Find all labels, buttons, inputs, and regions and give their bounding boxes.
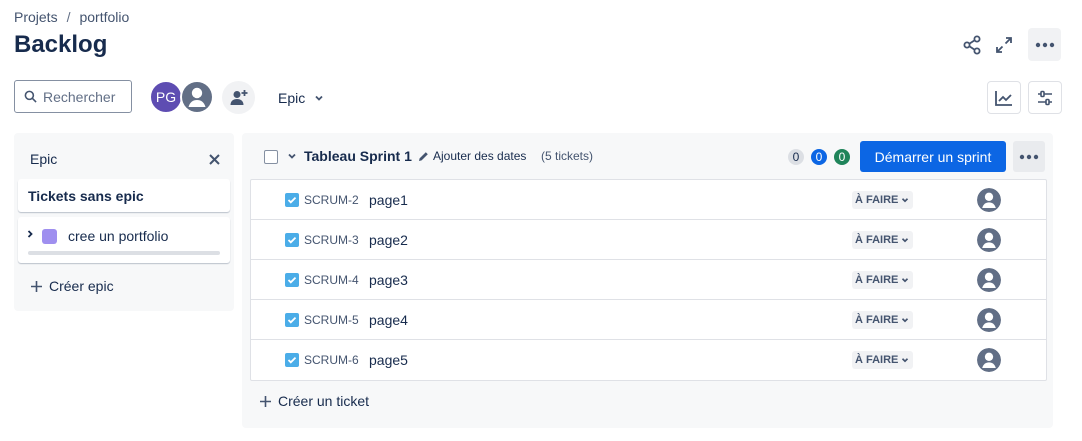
share-button[interactable]	[958, 32, 986, 58]
assignee-avatar-icon[interactable]	[977, 348, 1001, 372]
no-epic-card[interactable]: Tickets sans epic	[18, 179, 230, 212]
avatar-unassigned[interactable]	[180, 80, 214, 114]
pencil-icon	[419, 151, 428, 161]
breadcrumb-portfolio-link[interactable]: portfolio	[79, 9, 129, 25]
status-label: À FAIRE	[855, 314, 899, 326]
issue-list: SCRUM-2 page1 À FAIRE SCRUM-3 page2 À FA…	[250, 179, 1047, 381]
sprint-select-checkbox[interactable]	[264, 150, 278, 164]
epic-progress-bar	[28, 251, 220, 255]
search-icon	[24, 90, 37, 103]
chevron-down-icon	[902, 318, 909, 323]
epic-name: cree un portfolio	[68, 228, 169, 244]
issue-row[interactable]: SCRUM-6 page5 À FAIRE	[251, 340, 1046, 380]
status-dropdown[interactable]: À FAIRE	[852, 351, 914, 369]
status-dropdown[interactable]: À FAIRE	[852, 271, 914, 289]
epic-panel: Epic Tickets sans epic cree un portfolio…	[14, 133, 234, 311]
issue-key[interactable]: SCRUM-2	[304, 193, 359, 207]
task-icon	[285, 273, 299, 287]
assignee-avatar-icon[interactable]	[977, 188, 1001, 212]
epic-panel-title: Epic	[30, 151, 58, 167]
assignee-avatar-icon[interactable]	[977, 228, 1001, 252]
chevron-down-icon	[902, 198, 909, 203]
issue-summary: page3	[369, 272, 408, 288]
issue-row[interactable]: SCRUM-4 page3 À FAIRE	[251, 260, 1046, 300]
issue-row[interactable]: SCRUM-2 page1 À FAIRE	[251, 180, 1046, 220]
view-settings-button[interactable]	[1028, 81, 1062, 114]
issue-summary: page4	[369, 312, 408, 328]
task-icon	[285, 313, 299, 327]
chevron-down-icon	[902, 238, 909, 243]
issue-key[interactable]: SCRUM-6	[304, 353, 359, 367]
epic-card[interactable]: cree un portfolio	[18, 217, 230, 263]
fullscreen-button[interactable]	[990, 32, 1018, 58]
issue-key[interactable]: SCRUM-4	[304, 273, 359, 287]
create-ticket-label: Créer un ticket	[278, 393, 370, 409]
sprint-more-actions-button[interactable]	[1013, 141, 1045, 172]
issue-summary: page2	[369, 232, 408, 248]
settings-icon	[1038, 90, 1052, 105]
status-dropdown[interactable]: À FAIRE	[852, 231, 914, 249]
status-label: À FAIRE	[855, 354, 899, 366]
start-sprint-button[interactable]: Démarrer un sprint	[860, 141, 1006, 172]
status-dropdown[interactable]: À FAIRE	[852, 191, 914, 209]
todo-count-badge: 0	[788, 149, 804, 165]
issue-key[interactable]: SCRUM-5	[304, 313, 359, 327]
task-icon	[285, 193, 299, 207]
add-dates-label: Ajouter des dates	[433, 149, 527, 163]
avatar-pg[interactable]: PG	[149, 80, 183, 114]
breadcrumb: Projets / portfolio	[14, 9, 129, 25]
sprint-name: Tableau Sprint 1	[304, 148, 412, 164]
ticket-count: (5 tickets)	[541, 149, 594, 163]
breadcrumb-projects-link[interactable]: Projets	[14, 9, 58, 25]
status-label: À FAIRE	[855, 274, 899, 286]
add-people-button[interactable]	[222, 81, 255, 114]
create-ticket-button[interactable]: Créer un ticket	[259, 393, 369, 409]
search-field[interactable]	[14, 80, 132, 113]
chevron-down-icon	[902, 358, 909, 363]
chevron-down-icon[interactable]	[286, 150, 298, 162]
fullscreen-icon	[996, 37, 1012, 53]
create-epic-label: Créer epic	[49, 278, 114, 294]
add-person-icon	[230, 89, 247, 105]
page-more-actions-button[interactable]	[1028, 28, 1061, 61]
status-label: À FAIRE	[855, 194, 899, 206]
search-input[interactable]	[43, 88, 123, 105]
breadcrumb-separator: /	[66, 9, 71, 25]
plus-icon	[31, 280, 42, 292]
issue-row[interactable]: SCRUM-3 page2 À FAIRE	[251, 220, 1046, 260]
close-icon	[208, 153, 220, 165]
issue-key[interactable]: SCRUM-3	[304, 233, 359, 247]
epic-color-swatch	[42, 229, 57, 244]
issue-summary: page1	[369, 192, 408, 208]
in-progress-count-badge: 0	[811, 149, 827, 165]
assignee-avatar-icon[interactable]	[977, 308, 1001, 332]
more-icon	[1019, 154, 1039, 159]
done-count-badge: 0	[834, 149, 850, 165]
epic-panel-close-button[interactable]	[203, 148, 225, 170]
create-epic-button[interactable]: Créer epic	[30, 278, 114, 294]
no-epic-label: Tickets sans epic	[28, 188, 144, 204]
status-label: À FAIRE	[855, 234, 899, 246]
avatar-initials: PG	[155, 89, 177, 105]
more-icon	[1035, 42, 1054, 47]
issue-summary: page5	[369, 352, 408, 368]
epic-filter-label: Epic	[278, 89, 306, 106]
chevron-down-icon	[315, 95, 323, 101]
task-icon	[285, 233, 299, 247]
issue-row[interactable]: SCRUM-5 page4 À FAIRE	[251, 300, 1046, 340]
task-icon	[285, 353, 299, 367]
insights-icon	[995, 90, 1012, 106]
assignee-avatar-icon[interactable]	[977, 268, 1001, 292]
plus-icon	[260, 395, 271, 407]
page-title: Backlog	[14, 31, 108, 58]
chevron-down-icon	[902, 278, 909, 283]
add-dates-button[interactable]: Ajouter des dates	[418, 149, 526, 163]
status-dropdown[interactable]: À FAIRE	[852, 311, 914, 329]
chevron-right-icon[interactable]	[24, 228, 36, 240]
insights-button[interactable]	[987, 81, 1021, 114]
sprint-container: Tableau Sprint 1 Ajouter des dates (5 ti…	[242, 133, 1053, 428]
share-icon	[963, 35, 981, 55]
epic-filter-dropdown[interactable]: Epic	[270, 81, 333, 114]
user-icon	[182, 82, 212, 112]
